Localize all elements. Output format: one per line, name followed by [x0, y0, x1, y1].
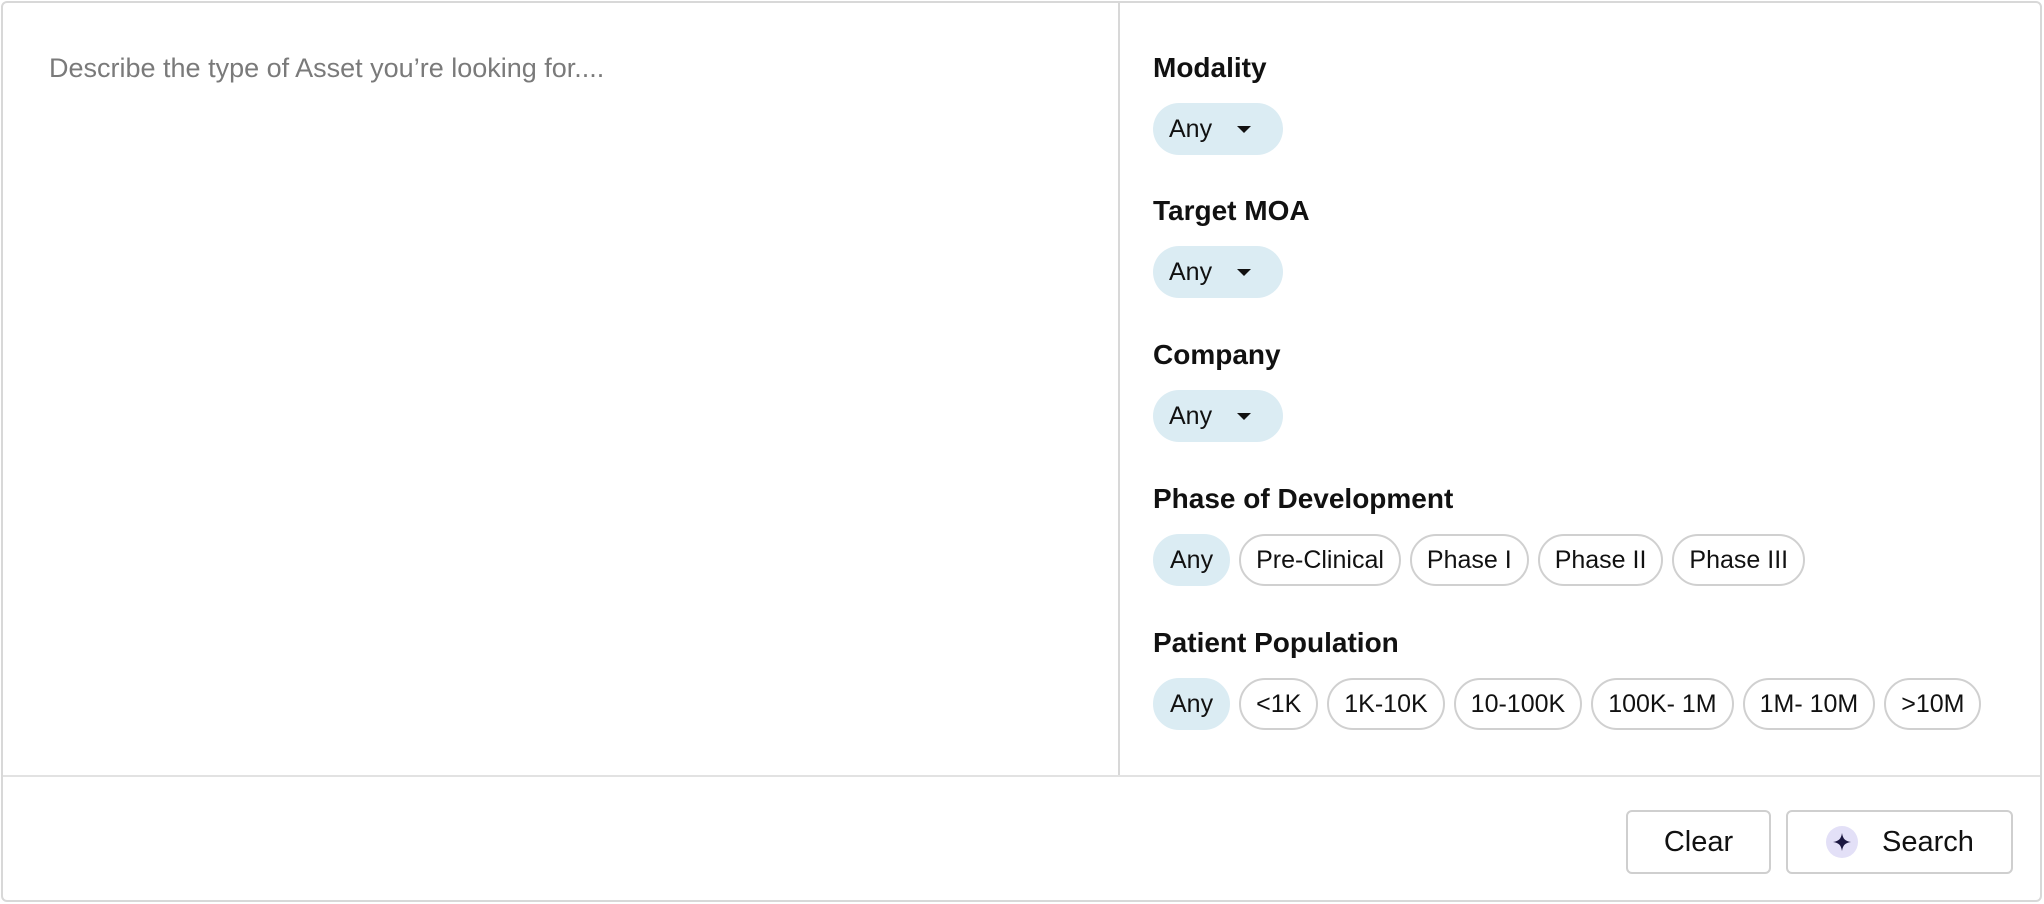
phase-chip-phase-2[interactable]: Phase II	[1537, 534, 1664, 586]
phase-title: Phase of Development	[1153, 483, 1454, 514]
population-chip-over-10m[interactable]: >10M	[1884, 678, 1982, 730]
search-label: Search	[1882, 825, 1974, 858]
phase-chips: Any Pre-Clinical Phase I Phase II Phase …	[1153, 534, 1806, 586]
company-value: Any	[1169, 401, 1213, 430]
population-chip-under-1k[interactable]: <1K	[1239, 678, 1319, 730]
company-dropdown[interactable]: Any	[1153, 390, 1283, 442]
modality-value: Any	[1169, 114, 1213, 143]
company-title: Company	[1153, 339, 1281, 370]
clear-label: Clear	[1663, 825, 1734, 858]
caret-down-icon	[1237, 126, 1251, 133]
sparkle-icon	[1826, 826, 1858, 858]
target-moa-filter: Target MOA Any	[1153, 194, 1310, 298]
population-chip-100k-1m[interactable]: 100K- 1M	[1591, 678, 1734, 730]
search-button[interactable]: Search	[1786, 810, 2013, 874]
phase-chip-any[interactable]: Any	[1153, 534, 1231, 586]
filters-pane: Modality Any Target MOA Any Company Any …	[1153, 3, 2033, 775]
caret-down-icon	[1237, 269, 1251, 276]
population-filter: Patient Population Any <1K 1K-10K 10-100…	[1153, 626, 1982, 730]
population-chip-10k-100k[interactable]: 10-100K	[1453, 678, 1583, 730]
query-pane	[3, 3, 1120, 775]
population-title: Patient Population	[1153, 627, 1399, 658]
target-moa-title: Target MOA	[1153, 195, 1310, 226]
clear-button[interactable]: Clear	[1626, 810, 1771, 874]
asset-search-panel: Modality Any Target MOA Any Company Any …	[1, 1, 2042, 902]
modality-title: Modality	[1153, 52, 1267, 83]
phase-chip-phase-3[interactable]: Phase III	[1672, 534, 1806, 586]
population-chip-1k-10k[interactable]: 1K-10K	[1327, 678, 1445, 730]
phase-chip-phase-1[interactable]: Phase I	[1409, 534, 1529, 586]
action-footer: Clear Search	[3, 775, 2040, 902]
modality-dropdown[interactable]: Any	[1153, 103, 1283, 155]
target-moa-value: Any	[1169, 257, 1213, 286]
asset-description-input[interactable]	[3, 3, 1118, 775]
caret-down-icon	[1237, 413, 1251, 420]
population-chips: Any <1K 1K-10K 10-100K 100K- 1M 1M- 10M …	[1153, 678, 1982, 730]
phase-chip-pre-clinical[interactable]: Pre-Clinical	[1239, 534, 1401, 586]
population-chip-any[interactable]: Any	[1153, 678, 1231, 730]
population-chip-1m-10m[interactable]: 1M- 10M	[1742, 678, 1876, 730]
modality-filter: Modality Any	[1153, 51, 1283, 155]
target-moa-dropdown[interactable]: Any	[1153, 246, 1283, 298]
phase-filter: Phase of Development Any Pre-Clinical Ph…	[1153, 482, 1806, 586]
company-filter: Company Any	[1153, 338, 1283, 442]
